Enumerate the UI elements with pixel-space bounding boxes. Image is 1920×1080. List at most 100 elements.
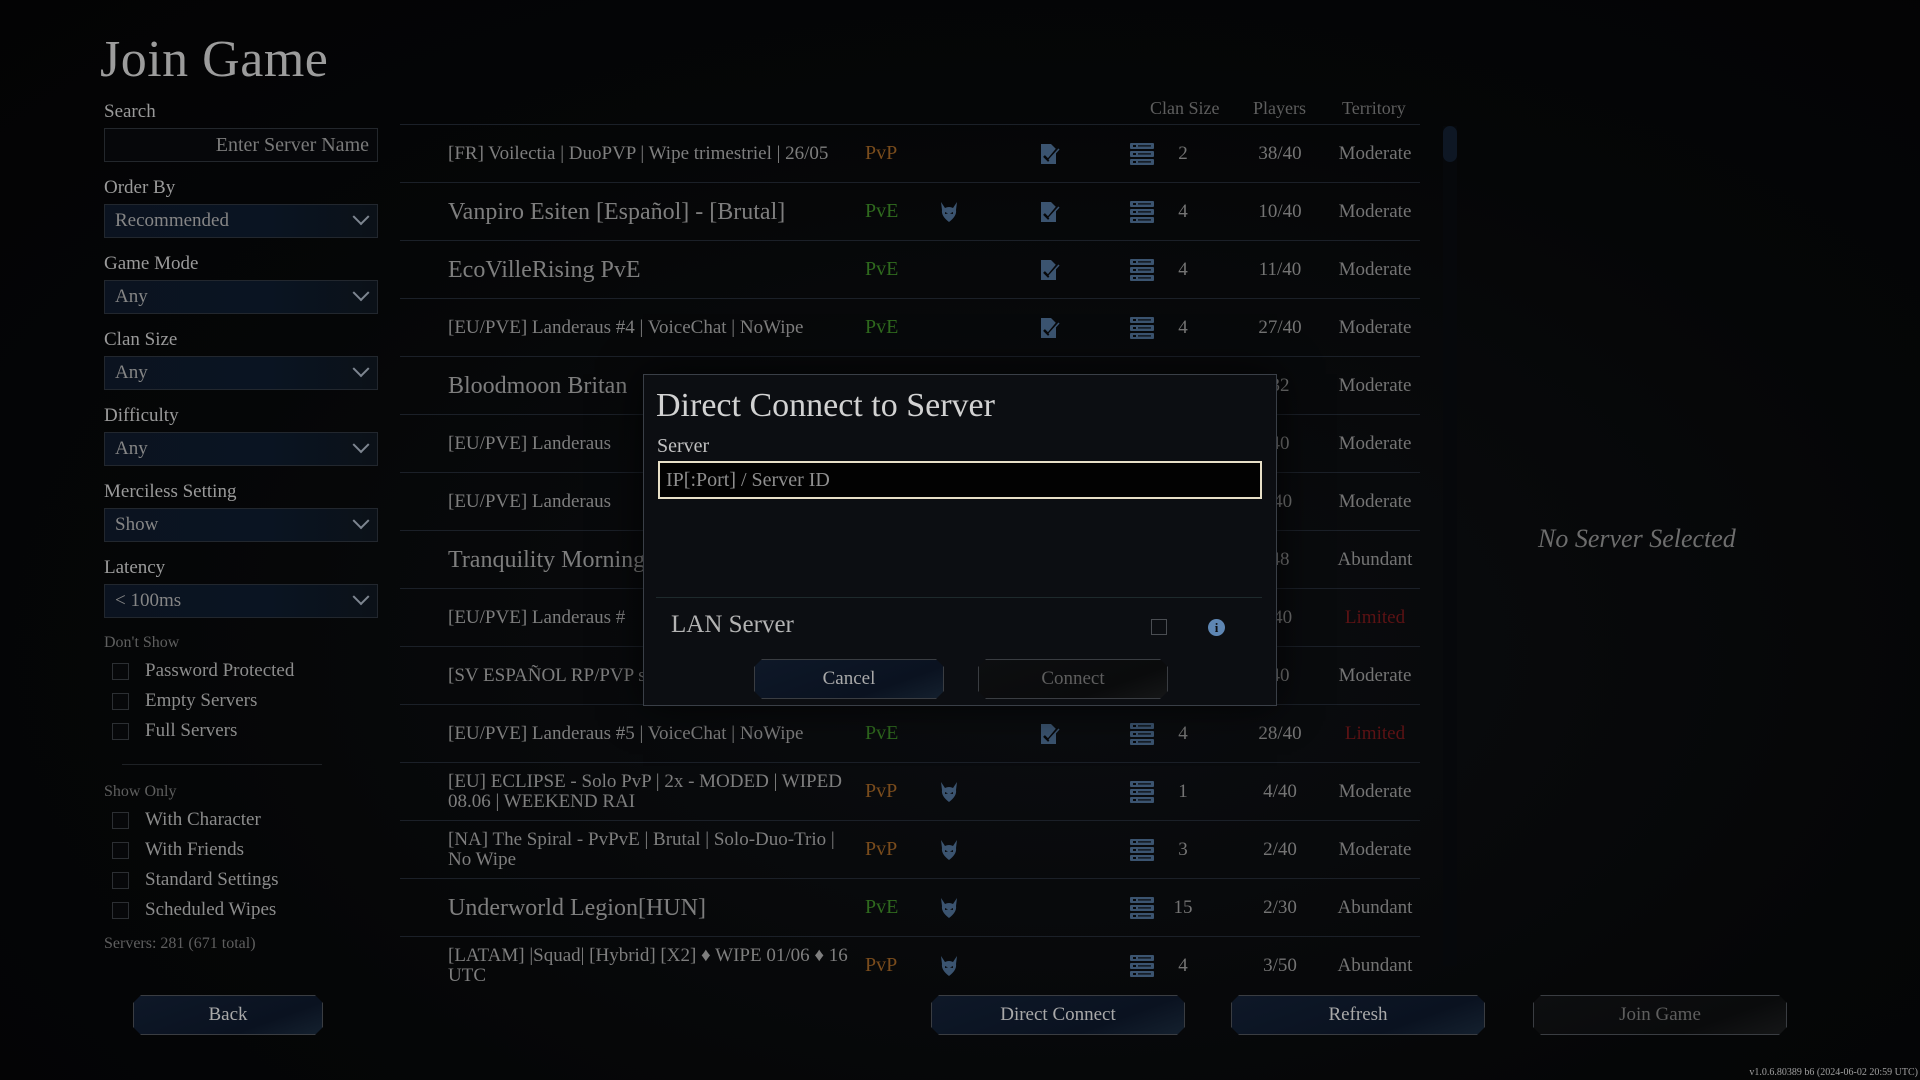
server-name: Underworld Legion[HUN] [448, 894, 706, 921]
server-row[interactable]: Vanpiro Esiten [Español] - [Brutal] PvE 4 1… [400, 182, 1420, 240]
game-mode: PvE [865, 316, 899, 338]
server-list-icon [1130, 838, 1154, 861]
checkbox[interactable] [112, 811, 129, 829]
clan-size: 1 [1178, 780, 1188, 802]
clan-size: 2 [1178, 142, 1188, 164]
merciless-devil-icon [937, 896, 961, 920]
direct-connect-dialog: Direct Connect to Server Server LAN Serv… [643, 374, 1277, 706]
filter-label: Merciless Setting [104, 481, 237, 502]
server-search-input[interactable] [104, 128, 378, 162]
player-count: 2/30 [1263, 896, 1297, 918]
territory: Moderate [1338, 142, 1412, 164]
merciless-devil-icon [937, 954, 961, 978]
lan-server-checkbox[interactable] [1151, 619, 1167, 635]
column-header-players[interactable]: Players [1253, 98, 1306, 119]
filter-sidebar: Search Order By Recommended Game Mode An… [104, 100, 380, 953]
game-mode-dropdown[interactable]: Any [104, 280, 378, 314]
game-mode: PvE [865, 200, 899, 222]
server-row[interactable]: Underworld Legion[HUN] PvE 15 2/30 Abundant [400, 878, 1420, 936]
checkbox-label: With Character [145, 809, 261, 830]
server-list-scrollbar[interactable] [1443, 126, 1457, 966]
merciless-dropdown[interactable]: Show [104, 508, 378, 542]
checkbox-label: Empty Servers [145, 690, 258, 711]
scrollbar-thumb[interactable] [1443, 126, 1457, 162]
standard-rules-icon [1038, 200, 1062, 224]
checkbox[interactable] [112, 841, 129, 859]
column-header-territory[interactable]: Territory [1342, 98, 1406, 119]
order-by-filter: Order By Recommended [104, 176, 380, 238]
server-name: [NA] The Spiral - PvPvE | Brutal | Solo-… [448, 828, 835, 870]
player-count: 4/40 [1263, 780, 1297, 802]
checkbox[interactable] [112, 662, 129, 680]
standard-rules-icon [1038, 316, 1062, 340]
with-friends-toggle[interactable]: With Friends [104, 835, 380, 865]
server-row[interactable]: [NA] The Spiral - PvPvE | Brutal | Solo-… [400, 820, 1420, 878]
checkbox-label: Standard Settings [145, 869, 279, 890]
dialog-divider [656, 597, 1262, 598]
server-row[interactable]: [LATAM] |Squad| [Hybrid] [X2] ♦ WIPE 01/… [400, 936, 1420, 994]
server-field-label: Server [657, 435, 710, 457]
server-list-icon [1130, 722, 1154, 745]
server-list-icon [1130, 316, 1154, 339]
direct-connect-button[interactable]: Direct Connect [931, 995, 1185, 1035]
server-row[interactable]: EcoVilleRising PvE PvE 4 11/40 Moderate [400, 240, 1420, 298]
territory: Limited [1344, 606, 1406, 628]
version-label: v1.0.6.80389 b6 (2024-06-02 20:59 UTC) [1749, 1067, 1918, 1078]
server-row[interactable]: [EU] ECLIPSE - Solo PvP | 2x - MODED | W… [400, 762, 1420, 820]
game-mode: PvP [865, 954, 898, 976]
chevron-down-icon [352, 284, 370, 302]
password-protected-toggle[interactable]: Password Protected [104, 656, 380, 686]
dropdown-value: Show [115, 514, 159, 535]
standard-settings-toggle[interactable]: Standard Settings [104, 865, 380, 895]
checkbox-label: Full Servers [145, 720, 238, 741]
server-address-input[interactable] [658, 461, 1262, 499]
checkbox[interactable] [112, 692, 129, 710]
join-game-button[interactable]: Join Game [1533, 995, 1787, 1035]
checkbox[interactable] [112, 722, 129, 740]
full-servers-toggle[interactable]: Full Servers [104, 716, 380, 746]
server-list-icon [1130, 780, 1154, 803]
game-mode-filter: Game Mode Any [104, 252, 380, 314]
scheduled-wipes-toggle[interactable]: Scheduled Wipes [104, 895, 380, 925]
cancel-button[interactable]: Cancel [754, 659, 944, 699]
dropdown-value: Recommended [115, 210, 229, 231]
dropdown-value: < 100ms [115, 590, 182, 611]
clan-size-dropdown[interactable]: Any [104, 356, 378, 390]
checkbox[interactable] [112, 901, 129, 919]
game-mode: PvP [865, 142, 898, 164]
table-header: Clan Size Players Territory [400, 96, 1420, 124]
filter-label: Latency [104, 557, 166, 578]
order-by-dropdown[interactable]: Recommended [104, 204, 378, 238]
server-list-icon [1130, 200, 1154, 223]
territory: Moderate [1338, 664, 1412, 686]
dont-show-heading: Don't Show [104, 634, 180, 651]
server-name: [LATAM] |Squad| [Hybrid] [X2] ♦ WIPE 01/… [448, 944, 848, 986]
column-header-clan-size[interactable]: Clan Size [1150, 98, 1220, 119]
filter-label: Difficulty [104, 405, 179, 426]
with-character-toggle[interactable]: With Character [104, 805, 380, 835]
chevron-down-icon [352, 512, 370, 530]
refresh-button[interactable]: Refresh [1231, 995, 1485, 1035]
checkbox-label: With Friends [145, 839, 244, 860]
connect-button[interactable]: Connect [978, 659, 1168, 699]
merciless-devil-icon [937, 200, 961, 224]
server-row[interactable]: [EU/PVE] Landeraus #4 | VoiceChat | NoWi… [400, 298, 1420, 356]
server-name: EcoVilleRising PvE [448, 256, 641, 283]
territory: Moderate [1338, 432, 1412, 454]
server-name: Vanpiro Esiten [Español] - [Brutal] [448, 198, 786, 225]
latency-dropdown[interactable]: < 100ms [104, 584, 378, 618]
dialog-title: Direct Connect to Server [656, 387, 995, 424]
server-row[interactable]: [EU/PVE] Landeraus #5 | VoiceChat | NoWi… [400, 704, 1420, 762]
territory: Moderate [1338, 200, 1412, 222]
player-count: 11/40 [1258, 258, 1302, 280]
difficulty-dropdown[interactable]: Any [104, 432, 378, 466]
checkbox[interactable] [112, 871, 129, 889]
clan-size-filter: Clan Size Any [104, 328, 380, 390]
info-icon[interactable]: i [1208, 619, 1225, 636]
back-button[interactable]: Back [133, 995, 323, 1035]
empty-servers-toggle[interactable]: Empty Servers [104, 686, 380, 716]
difficulty-filter: Difficulty Any [104, 404, 380, 466]
dropdown-value: Any [115, 362, 148, 383]
server-row[interactable]: [FR] Voilectia | DuoPVP | Wipe trimestri… [400, 124, 1420, 182]
show-only-heading: Show Only [104, 783, 177, 800]
